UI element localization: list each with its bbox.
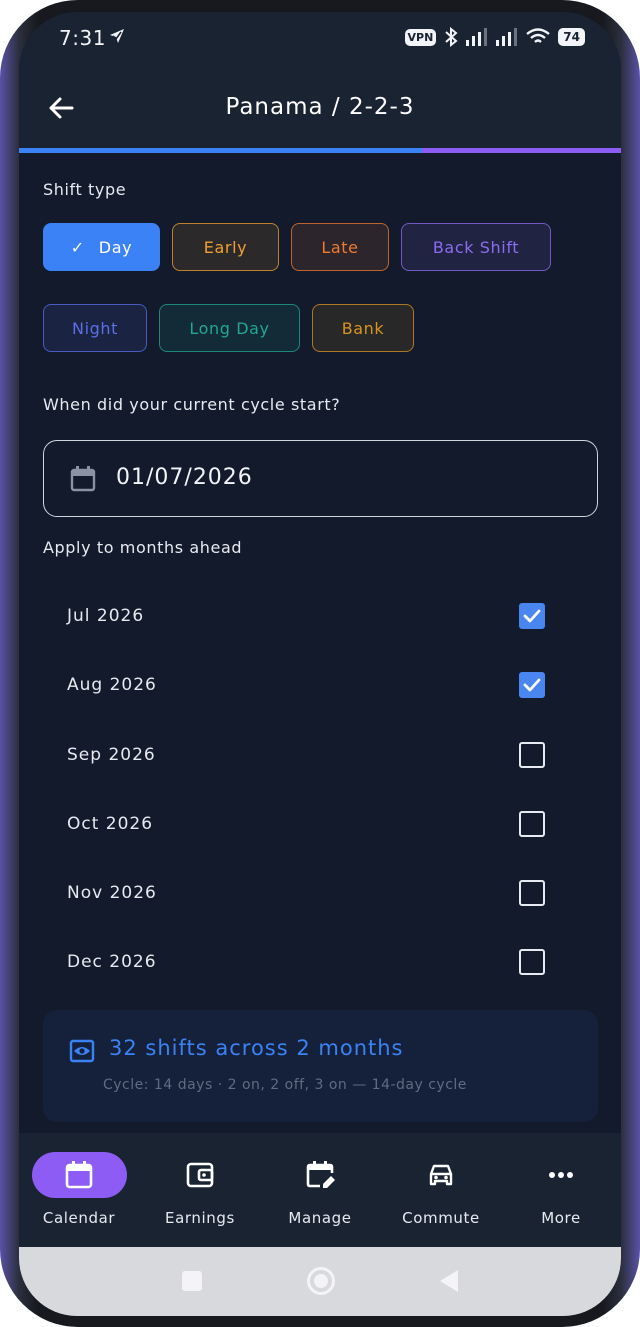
calendar-icon bbox=[70, 466, 96, 492]
status-time: 7:31 bbox=[59, 26, 106, 50]
month-row-aug-2026[interactable]: Aug 2026 bbox=[43, 655, 598, 715]
car-icon bbox=[429, 1164, 453, 1186]
month-label: Dec 2026 bbox=[67, 952, 157, 972]
bluetooth-icon bbox=[445, 27, 458, 47]
shift-chip-back-shift[interactable]: Back Shift bbox=[401, 223, 551, 271]
status-icons: VPN 74 bbox=[404, 26, 585, 48]
month-label: Oct 2026 bbox=[67, 814, 154, 834]
checkmark-icon bbox=[523, 678, 541, 692]
nav-item-manage[interactable]: Manage bbox=[260, 1133, 380, 1247]
nav-item-commute[interactable]: Commute bbox=[381, 1133, 501, 1247]
wifi-icon bbox=[526, 28, 551, 43]
cycle-start-label: When did your current cycle start? bbox=[43, 395, 341, 414]
shift-chip-label: Early bbox=[203, 237, 248, 257]
system-back-button[interactable] bbox=[440, 1270, 458, 1292]
month-checkbox[interactable] bbox=[519, 742, 545, 768]
more-dots-icon bbox=[549, 1172, 573, 1178]
content-area[interactable]: Shift type ✓ Day Early Late Back Shift N… bbox=[19, 153, 621, 1133]
shift-chip-late[interactable]: Late bbox=[291, 223, 389, 271]
shift-chip-label: Back Shift bbox=[432, 237, 520, 257]
nav-label: Earnings bbox=[165, 1209, 235, 1227]
nav-label: Commute bbox=[402, 1209, 480, 1227]
shift-chip-label: Long Day bbox=[189, 318, 270, 338]
edit-calendar-icon bbox=[306, 1161, 335, 1188]
shift-chip-day[interactable]: ✓ Day bbox=[43, 223, 160, 271]
summary-subtitle: Cycle: 14 days · 2 on, 2 off, 3 on — 14-… bbox=[103, 1077, 467, 1093]
calendar-icon bbox=[65, 1161, 93, 1189]
month-checkbox[interactable] bbox=[519, 949, 545, 975]
month-label: Jul 2026 bbox=[67, 606, 145, 626]
wallet-icon bbox=[186, 1162, 214, 1188]
month-row-dec-2026[interactable]: Dec 2026 bbox=[43, 932, 598, 992]
checkmark-icon bbox=[523, 609, 541, 623]
page-title: Panama / 2-2-3 bbox=[225, 94, 415, 120]
month-row-oct-2026[interactable]: Oct 2026 bbox=[43, 794, 598, 854]
nav-item-earnings[interactable]: Earnings bbox=[140, 1133, 260, 1247]
months-ahead-label: Apply to months ahead bbox=[43, 538, 243, 557]
month-checkbox[interactable] bbox=[519, 811, 545, 837]
nav-label: Calendar bbox=[42, 1209, 116, 1227]
month-checkbox[interactable] bbox=[519, 672, 545, 698]
check-icon: ✓ bbox=[70, 237, 85, 257]
shift-chip-bank[interactable]: Bank bbox=[312, 304, 414, 352]
month-label: Sep 2026 bbox=[67, 745, 156, 765]
recents-button[interactable] bbox=[182, 1271, 202, 1291]
vpn-badge: VPN bbox=[404, 28, 437, 46]
month-checkbox[interactable] bbox=[519, 603, 545, 629]
shift-chip-label: Night bbox=[72, 318, 118, 338]
signal-icon bbox=[496, 28, 518, 46]
month-row-sep-2026[interactable]: Sep 2026 bbox=[43, 725, 598, 785]
nav-label: More bbox=[541, 1209, 581, 1227]
shift-chip-label: Day bbox=[98, 237, 133, 257]
shift-chip-night[interactable]: Night bbox=[43, 304, 147, 352]
month-row-nov-2026[interactable]: Nov 2026 bbox=[43, 863, 598, 923]
nav-item-more[interactable]: More bbox=[501, 1133, 621, 1247]
app-screen: 7:31 VPN 74 Panama / 2-2-3 Shift type ✓ … bbox=[19, 12, 621, 1316]
shift-type-label: Shift type bbox=[43, 180, 127, 199]
summary-card: 32 shifts across 2 months Cycle: 14 days… bbox=[43, 1010, 598, 1122]
system-nav-bar bbox=[19, 1247, 621, 1316]
nav-item-calendar[interactable]: Calendar bbox=[19, 1133, 139, 1247]
shift-chip-long-day[interactable]: Long Day bbox=[159, 304, 300, 352]
battery-indicator: 74 bbox=[558, 28, 585, 46]
shift-chip-label: Late bbox=[321, 237, 359, 257]
bottom-nav: Calendar Earnings Manage Commute More bbox=[19, 1133, 621, 1247]
home-button[interactable] bbox=[307, 1267, 335, 1295]
eye-icon bbox=[69, 1039, 95, 1063]
status-bar: 7:31 VPN 74 bbox=[19, 12, 621, 64]
cycle-start-date-field[interactable]: 01/07/2026 bbox=[43, 440, 598, 517]
month-checkbox[interactable] bbox=[519, 880, 545, 906]
summary-title: 32 shifts across 2 months bbox=[109, 1036, 404, 1060]
cycle-start-date-value: 01/07/2026 bbox=[116, 465, 253, 490]
shift-chip-early[interactable]: Early bbox=[172, 223, 279, 271]
month-label: Aug 2026 bbox=[67, 675, 157, 695]
month-label: Nov 2026 bbox=[67, 883, 157, 903]
location-icon bbox=[110, 29, 124, 43]
nav-label: Manage bbox=[288, 1209, 352, 1227]
month-row-jul-2026[interactable]: Jul 2026 bbox=[43, 586, 598, 646]
app-bar: Panama / 2-2-3 bbox=[19, 64, 621, 148]
phone-frame: 7:31 VPN 74 Panama / 2-2-3 Shift type ✓ … bbox=[0, 0, 640, 1327]
signal-icon bbox=[466, 28, 488, 46]
shift-chip-label: Bank bbox=[341, 318, 385, 338]
